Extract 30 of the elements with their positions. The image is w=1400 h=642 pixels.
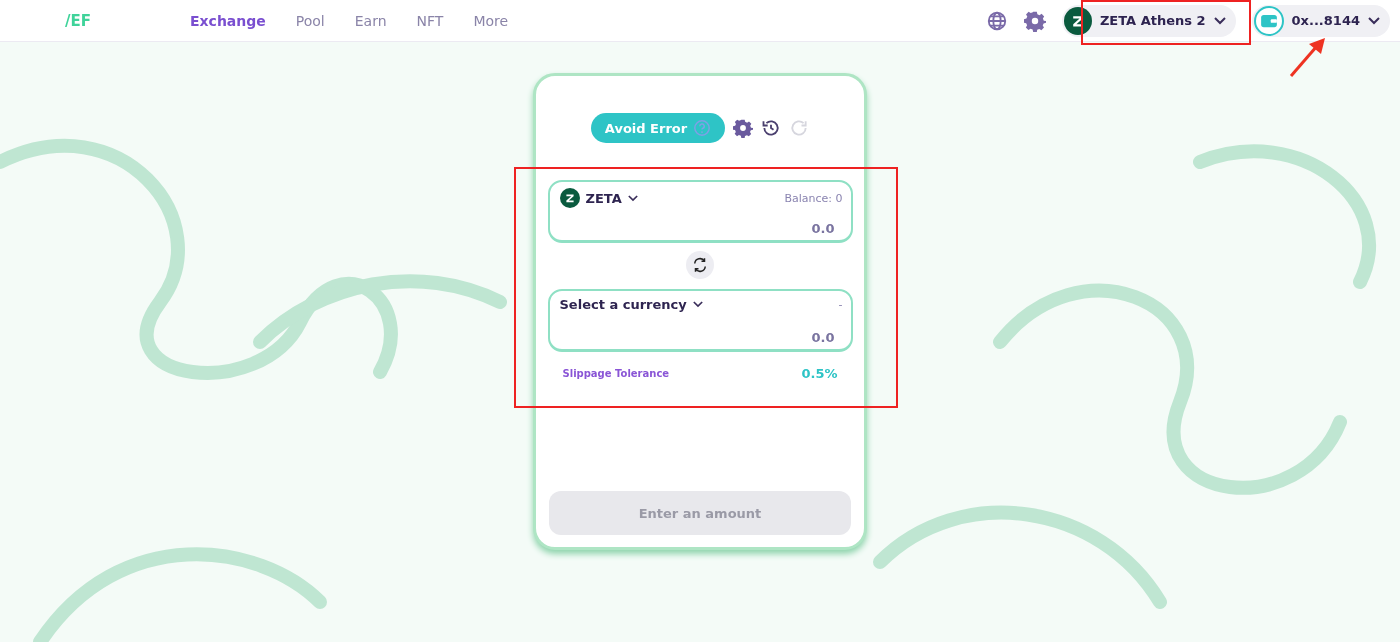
slippage-label: Slippage Tolerance	[562, 368, 670, 379]
amount-value[interactable]: 0.0	[811, 330, 835, 345]
slippage-value: 0.5%	[801, 366, 838, 381]
nav-link[interactable]: Pool	[295, 12, 325, 29]
nav-link[interactable]: NFT	[416, 12, 444, 29]
zeta-logo-icon	[1063, 6, 1092, 35]
chevron-down-icon	[1368, 16, 1380, 25]
settings-icon[interactable]	[1023, 9, 1046, 32]
swap-arrows-icon	[691, 256, 709, 274]
settings-icon[interactable]	[733, 118, 754, 138]
zeta-logo-icon	[559, 188, 580, 208]
history-icon[interactable]	[761, 118, 782, 138]
swap-direction-button[interactable]	[686, 251, 714, 279]
nav-link[interactable]: Earn	[354, 12, 387, 29]
logo: /EF	[65, 11, 92, 30]
help-icon	[693, 119, 712, 137]
wallet-icon	[1253, 5, 1284, 36]
amount-value[interactable]: 0.0	[811, 221, 835, 236]
balance-text: Balance: 0	[784, 191, 843, 205]
wallet-button[interactable]: 0x...8144	[1251, 4, 1390, 37]
globe-icon[interactable]	[985, 9, 1008, 32]
nav-link[interactable]: More	[473, 12, 509, 29]
chevron-down-icon	[1213, 16, 1226, 25]
balance-text: -	[838, 298, 843, 311]
network-selector[interactable]: ZETA Athens 2	[1061, 4, 1236, 37]
chevron-down-icon	[627, 194, 638, 202]
token-selector[interactable]: ZETA	[559, 188, 638, 208]
chevron-down-icon	[692, 301, 703, 308]
token-selector[interactable]: Select a currency	[559, 297, 703, 312]
nav-link[interactable]: Exchange	[190, 12, 266, 29]
